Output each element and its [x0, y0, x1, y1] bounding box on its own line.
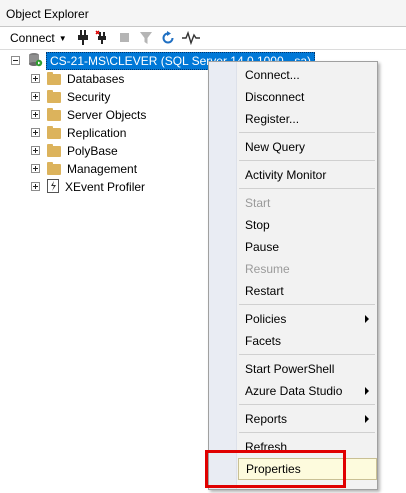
- stop-icon[interactable]: [117, 27, 133, 49]
- tree-item-label: Databases: [67, 72, 125, 86]
- menu-separator: [239, 188, 375, 189]
- expand-server-objects-icon[interactable]: [31, 110, 40, 119]
- tree-item-label: Server Objects: [67, 108, 147, 122]
- tree-item-management[interactable]: Management: [47, 160, 137, 178]
- folder-icon: [47, 143, 61, 157]
- menu-item-register[interactable]: Register...: [238, 108, 377, 130]
- folder-icon: [47, 89, 61, 103]
- tree-item-label: Management: [67, 162, 138, 176]
- menu-separator: [239, 304, 375, 305]
- menu-item-label: Facets: [245, 334, 282, 348]
- object-explorer-toolbar: Connect ▼: [0, 27, 406, 50]
- submenu-arrow-icon: [365, 415, 369, 423]
- menu-item-disconnect[interactable]: Disconnect: [238, 86, 377, 108]
- menu-item-label: Pause: [245, 240, 280, 254]
- menu-item-label: Properties: [246, 462, 301, 476]
- menu-item-activity-monitor[interactable]: Activity Monitor: [238, 164, 377, 186]
- refresh-icon[interactable]: [160, 27, 176, 49]
- menu-item-label: Restart: [245, 284, 284, 298]
- server-icon: [28, 52, 43, 70]
- filter-icon[interactable]: [138, 27, 154, 49]
- menu-item-stop[interactable]: Stop: [238, 214, 377, 236]
- menu-separator: [239, 432, 375, 433]
- expand-replication-icon[interactable]: [31, 128, 40, 137]
- menu-item-label: Activity Monitor: [245, 168, 327, 182]
- tree-item-server-objects[interactable]: Server Objects: [47, 106, 146, 124]
- chevron-down-icon: ▼: [58, 33, 67, 43]
- connect-label: Connect: [10, 31, 55, 45]
- menu-item-refresh[interactable]: Refresh: [238, 436, 377, 458]
- menu-item-restart[interactable]: Restart: [238, 280, 377, 302]
- disconnect-icon[interactable]: [94, 27, 110, 49]
- menu-item-start: Start: [238, 192, 377, 214]
- connect-dropdown-button[interactable]: Connect ▼: [10, 27, 67, 49]
- menu-item-label: Resume: [245, 262, 290, 276]
- expand-security-icon[interactable]: [31, 92, 40, 101]
- menu-item-resume: Resume: [238, 258, 377, 280]
- menu-item-label: Refresh: [245, 440, 288, 454]
- menu-item-reports[interactable]: Reports: [238, 408, 377, 430]
- connect-object-explorer-icon[interactable]: [75, 27, 91, 49]
- menu-separator: [239, 354, 375, 355]
- menu-item-label: Start PowerShell: [245, 362, 335, 376]
- tree-item-replication[interactable]: Replication: [47, 124, 126, 142]
- menu-gutter: [209, 62, 237, 489]
- submenu-arrow-icon: [365, 315, 369, 323]
- expand-management-icon[interactable]: [31, 164, 40, 173]
- tree-item-polybase[interactable]: PolyBase: [47, 142, 118, 160]
- menu-item-policies[interactable]: Policies: [238, 308, 377, 330]
- xevent-profiler-icon: [47, 178, 59, 196]
- tree-item-label: XEvent Profiler: [65, 180, 146, 194]
- folder-icon: [47, 107, 61, 121]
- folder-icon: [47, 161, 61, 175]
- menu-item-pause[interactable]: Pause: [238, 236, 377, 258]
- tree-item-label: Replication: [67, 126, 127, 140]
- expand-xevent-profiler-icon[interactable]: [31, 182, 40, 191]
- menu-separator: [239, 404, 375, 405]
- object-explorer-title-bar: Object Explorer: [0, 0, 406, 27]
- tree-item-xevent-profiler[interactable]: XEvent Profiler: [47, 178, 145, 196]
- expand-databases-icon[interactable]: [31, 74, 40, 83]
- menu-item-connect[interactable]: Connect...: [238, 64, 377, 86]
- server-context-menu: Connect... Disconnect Register... New Qu…: [208, 61, 378, 490]
- folder-icon: [47, 71, 61, 85]
- menu-item-label: Policies: [245, 312, 287, 326]
- menu-separator: [239, 132, 375, 133]
- menu-item-label: Start: [245, 196, 271, 210]
- menu-item-label: Stop: [245, 218, 270, 232]
- menu-item-label: Register...: [245, 112, 300, 126]
- folder-icon: [47, 125, 61, 139]
- menu-item-azure-data-studio[interactable]: Azure Data Studio: [238, 380, 377, 402]
- submenu-arrow-icon: [365, 387, 369, 395]
- window-title: Object Explorer: [6, 7, 89, 21]
- menu-item-label: Disconnect: [245, 90, 305, 104]
- activity-monitor-icon[interactable]: [182, 27, 200, 49]
- menu-item-label: Azure Data Studio: [245, 384, 343, 398]
- menu-separator: [239, 160, 375, 161]
- collapse-server-icon[interactable]: [11, 56, 20, 65]
- tree-item-databases[interactable]: Databases: [47, 70, 124, 88]
- menu-item-label: Connect...: [245, 68, 300, 82]
- menu-item-label: New Query: [245, 140, 306, 154]
- menu-item-properties[interactable]: Properties: [238, 458, 377, 480]
- tree-item-label: PolyBase: [67, 144, 118, 158]
- menu-item-start-powershell[interactable]: Start PowerShell: [238, 358, 377, 380]
- expand-polybase-icon[interactable]: [31, 146, 40, 155]
- tree-item-label: Security: [67, 90, 111, 104]
- menu-item-facets[interactable]: Facets: [238, 330, 377, 352]
- tree-item-security[interactable]: Security: [47, 88, 110, 106]
- menu-item-label: Reports: [245, 412, 288, 426]
- menu-item-new-query[interactable]: New Query: [238, 136, 377, 158]
